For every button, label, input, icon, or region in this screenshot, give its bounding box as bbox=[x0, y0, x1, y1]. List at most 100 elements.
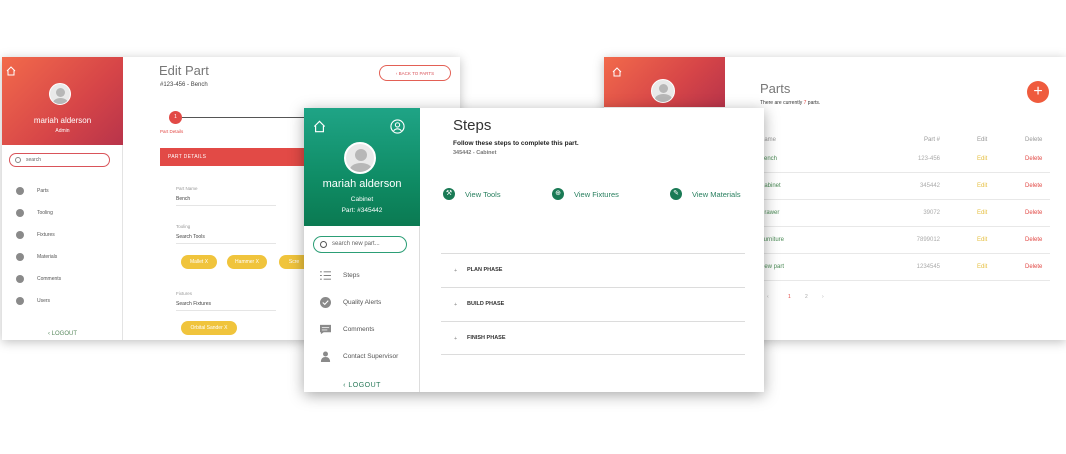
edit-link[interactable]: Edit bbox=[977, 210, 987, 216]
sidebar-item-label: Materials bbox=[37, 254, 58, 260]
part-subtitle: #123-456 - Bench bbox=[160, 82, 208, 88]
profile-header: mariah alderson Cabinet Part: #345442 bbox=[304, 108, 420, 226]
edit-link[interactable]: Edit bbox=[977, 237, 987, 243]
search-input[interactable]: search bbox=[9, 153, 110, 167]
sidebar-item-label: Contact Supervisor bbox=[343, 353, 399, 360]
user-role: Admin bbox=[55, 128, 70, 134]
tooling-icon bbox=[16, 209, 24, 217]
home-icon[interactable] bbox=[313, 120, 326, 133]
edit-link[interactable]: Edit bbox=[977, 264, 987, 270]
materials-icon bbox=[16, 253, 24, 261]
fixtures-search-field[interactable]: Search Fixtures bbox=[176, 301, 276, 311]
tooling-search-field[interactable]: Search Tools bbox=[176, 234, 276, 244]
count-prefix: There are currently bbox=[760, 100, 804, 106]
parts-count-text: There are currently 7 parts. bbox=[760, 100, 820, 106]
step-label: Part Details bbox=[160, 129, 184, 134]
phase-label: BUILD PHASE bbox=[467, 301, 505, 307]
pagination-next[interactable]: › bbox=[822, 294, 824, 300]
sidebar-item-label: Comments bbox=[343, 326, 375, 333]
part-number: 123-456 bbox=[917, 156, 940, 162]
pagination-page-2[interactable]: 2 bbox=[805, 294, 808, 300]
delete-link[interactable]: Delete bbox=[1025, 237, 1042, 243]
user-name: mariah alderson bbox=[33, 116, 92, 125]
avatar bbox=[651, 79, 675, 103]
table-row: Cabinet 345442 Edit Delete bbox=[760, 173, 1050, 200]
sidebar-item-tooling[interactable]: Tooling bbox=[2, 207, 123, 221]
sidebar-item-users[interactable]: Users bbox=[2, 295, 123, 309]
tools-icon: ⚒ bbox=[443, 188, 455, 200]
sidebar-item-label: Fixtures bbox=[37, 232, 55, 238]
sidebar-item-contact-supervisor[interactable]: Contact Supervisor bbox=[304, 348, 420, 366]
logout-button[interactable]: ‹ LOGOUT bbox=[2, 331, 123, 337]
back-to-parts-button[interactable]: ‹ BACK TO PARTS bbox=[379, 65, 451, 81]
expand-icon: + bbox=[454, 268, 458, 274]
delete-link[interactable]: Delete bbox=[1025, 183, 1042, 189]
instruction-text: Follow these steps to complete this part… bbox=[453, 140, 579, 147]
steps-window: mariah alderson Cabinet Part: #345442 se… bbox=[304, 108, 764, 392]
table-row: New part 1234545 Edit Delete bbox=[760, 254, 1050, 281]
sidebar-item-label: Parts bbox=[37, 188, 49, 194]
sidebar-item-fixtures[interactable]: Fixtures bbox=[2, 229, 123, 243]
users-icon bbox=[16, 297, 24, 305]
phase-row[interactable]: + FINISH PHASE bbox=[441, 321, 745, 355]
part-number: 345442 bbox=[919, 183, 940, 189]
logout-button[interactable]: ‹ LOGOUT bbox=[304, 382, 420, 389]
search-placeholder: search bbox=[26, 157, 42, 163]
add-part-button[interactable]: + bbox=[1027, 81, 1049, 103]
sidebar-item-label: Quality Alerts bbox=[343, 299, 382, 306]
phase-label: PLAN PHASE bbox=[467, 267, 503, 273]
sidebar-item-label: Tooling bbox=[37, 210, 53, 216]
part-number: 7899012 bbox=[916, 237, 940, 243]
count-suffix: parts. bbox=[806, 100, 821, 106]
fixtures-icon: ⊕ bbox=[552, 188, 564, 200]
sidebar-item-parts[interactable]: Parts bbox=[2, 185, 123, 199]
expand-icon: + bbox=[454, 302, 458, 308]
sidebar-item-materials[interactable]: Materials bbox=[2, 251, 123, 265]
profile-icon[interactable] bbox=[390, 119, 405, 134]
fixture-chip[interactable]: Orbital Sander X bbox=[181, 321, 237, 335]
step-progress-line bbox=[182, 117, 307, 118]
expand-icon: + bbox=[454, 336, 458, 342]
part-reference: 345442 - Cabinet bbox=[453, 150, 497, 156]
search-icon bbox=[320, 241, 327, 248]
sidebar-item-comments[interactable]: Comments bbox=[304, 321, 420, 339]
logout-label: LOGOUT bbox=[51, 331, 77, 337]
sidebar-item-steps[interactable]: Steps bbox=[304, 267, 420, 285]
phase-row[interactable]: + PLAN PHASE bbox=[441, 253, 745, 287]
part-name-field[interactable]: Bench bbox=[176, 196, 276, 206]
pagination-page-1[interactable]: 1 bbox=[788, 294, 791, 300]
current-part-number: Part: #345442 bbox=[341, 207, 383, 214]
tool-chip[interactable]: Mallet X bbox=[181, 255, 217, 269]
comment-icon bbox=[320, 324, 331, 335]
fixtures-label: Fixtures bbox=[176, 291, 193, 296]
page-title: Steps bbox=[453, 117, 492, 134]
table-row: Furniture 7899012 Edit Delete bbox=[760, 227, 1050, 254]
phase-row[interactable]: + BUILD PHASE bbox=[441, 287, 745, 321]
delete-link[interactable]: Delete bbox=[1025, 156, 1042, 162]
edit-link[interactable]: Edit bbox=[977, 183, 987, 189]
step-indicator[interactable]: 1 bbox=[169, 111, 182, 124]
link-label: View Tools bbox=[465, 190, 501, 199]
avatar bbox=[49, 83, 71, 105]
parts-icon bbox=[16, 187, 24, 195]
materials-icon: ✎ bbox=[670, 188, 682, 200]
delete-link[interactable]: Delete bbox=[1025, 210, 1042, 216]
edit-link[interactable]: Edit bbox=[977, 156, 987, 162]
page-title: Edit Part bbox=[159, 63, 209, 78]
tool-chip[interactable]: Hammer X bbox=[227, 255, 267, 269]
sidebar-item-quality-alerts[interactable]: Quality Alerts bbox=[304, 294, 420, 312]
phase-label: FINISH PHASE bbox=[467, 335, 506, 341]
delete-link[interactable]: Delete bbox=[1025, 264, 1042, 270]
part-number: 1234545 bbox=[916, 264, 940, 270]
part-number: 39072 bbox=[923, 210, 940, 216]
search-icon bbox=[15, 157, 21, 163]
avatar bbox=[344, 142, 376, 174]
pagination-prev[interactable]: ‹ bbox=[767, 294, 769, 300]
home-icon[interactable] bbox=[6, 66, 16, 76]
sidebar-item-comments[interactable]: Comments bbox=[2, 273, 123, 287]
home-icon[interactable] bbox=[612, 67, 622, 77]
sidebar-item-label: Comments bbox=[37, 276, 62, 282]
column-header-edit: Edit bbox=[977, 137, 988, 143]
profile-header bbox=[604, 57, 725, 107]
search-input[interactable]: search new part... bbox=[313, 236, 407, 253]
